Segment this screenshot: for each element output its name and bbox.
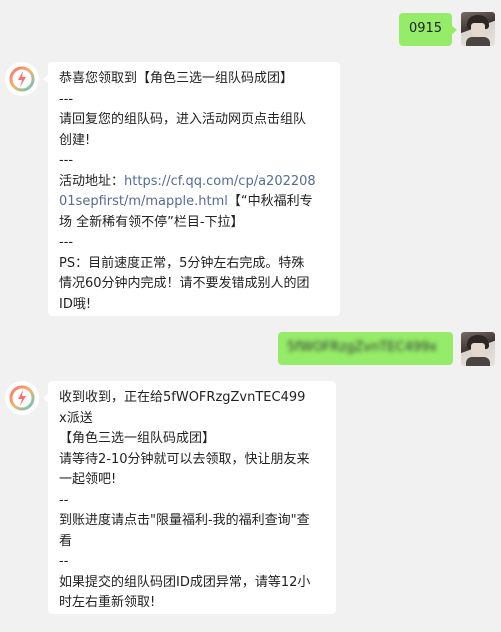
message-bubble[interactable]: 0915 — [399, 13, 457, 46]
message-line: PS：目前速度正常，5分钟左右完成。特殊 — [59, 255, 305, 271]
message-line: 收到收到，正在给5fWOFRzgZvnTEC499 — [59, 390, 306, 405]
redacted-code-text: 5fWOFRzgZvnTEC499x — [287, 340, 438, 355]
message-bubble[interactable]: 5fWOFRzgZvnTEC499x — [278, 332, 453, 365]
message-line: -- — [59, 554, 69, 569]
message-line: --- — [59, 235, 74, 250]
message-line: 请回复您的组队码，进入活动网页点击组队 — [59, 112, 307, 127]
link-suffix: 【“中秋福利专 — [227, 194, 313, 209]
message-line: 到账进度请点击"限量福利-我的福利查询"查 — [59, 513, 310, 528]
message-line: 【角色三选一组队码成团】 — [59, 431, 216, 446]
lightning-ring-icon — [9, 66, 35, 92]
link-prefix: 活动地址： — [59, 173, 125, 189]
message-line: 情况60分钟内完成！请不要发错成别人的团 — [59, 276, 310, 291]
message-line: ID哦! — [59, 296, 92, 312]
message-line: 时左右重新领取! — [59, 595, 156, 610]
lightning-ring-icon — [9, 385, 35, 411]
message-line: 如果提交的组队码团ID成团异常，请等12小 — [59, 574, 311, 590]
message-line: --- — [59, 91, 74, 107]
activity-link[interactable]: https://cf.qq.com/cp/a202208 — [124, 174, 316, 189]
message-line: --- — [59, 153, 74, 168]
user-avatar[interactable] — [461, 332, 495, 366]
message-line: 恭喜您领取到【角色三选一组队码成团】 — [59, 71, 294, 86]
message-line: 创建! — [59, 132, 91, 148]
message-line: 一起领吧! — [59, 472, 117, 487]
message-line: -- — [59, 492, 69, 508]
bot-avatar[interactable] — [5, 62, 39, 96]
message-bubble[interactable]: 收到收到，正在给5fWOFRzgZvnTEC499 x派送 【角色三选一组队码成… — [43, 381, 336, 614]
message-text: 0915 — [408, 21, 443, 36]
user-avatar[interactable] — [461, 12, 495, 46]
message-bubble[interactable]: 恭喜您领取到【角色三选一组队码成团】 --- 请回复您的组队码，进入活动网页点击… — [43, 62, 340, 316]
bot-avatar[interactable] — [5, 381, 39, 415]
activity-link-cont[interactable]: 01sepfirst/m/mapple.html — [59, 194, 228, 209]
message-line: 看 — [59, 533, 73, 549]
message-line: 请等待2-10分钟就可以去领取，快让朋友来 — [59, 451, 310, 467]
message-line: 场 全新稀有领不停”栏目-下拉】 — [59, 214, 244, 230]
message-line: x派送 — [59, 410, 93, 426]
